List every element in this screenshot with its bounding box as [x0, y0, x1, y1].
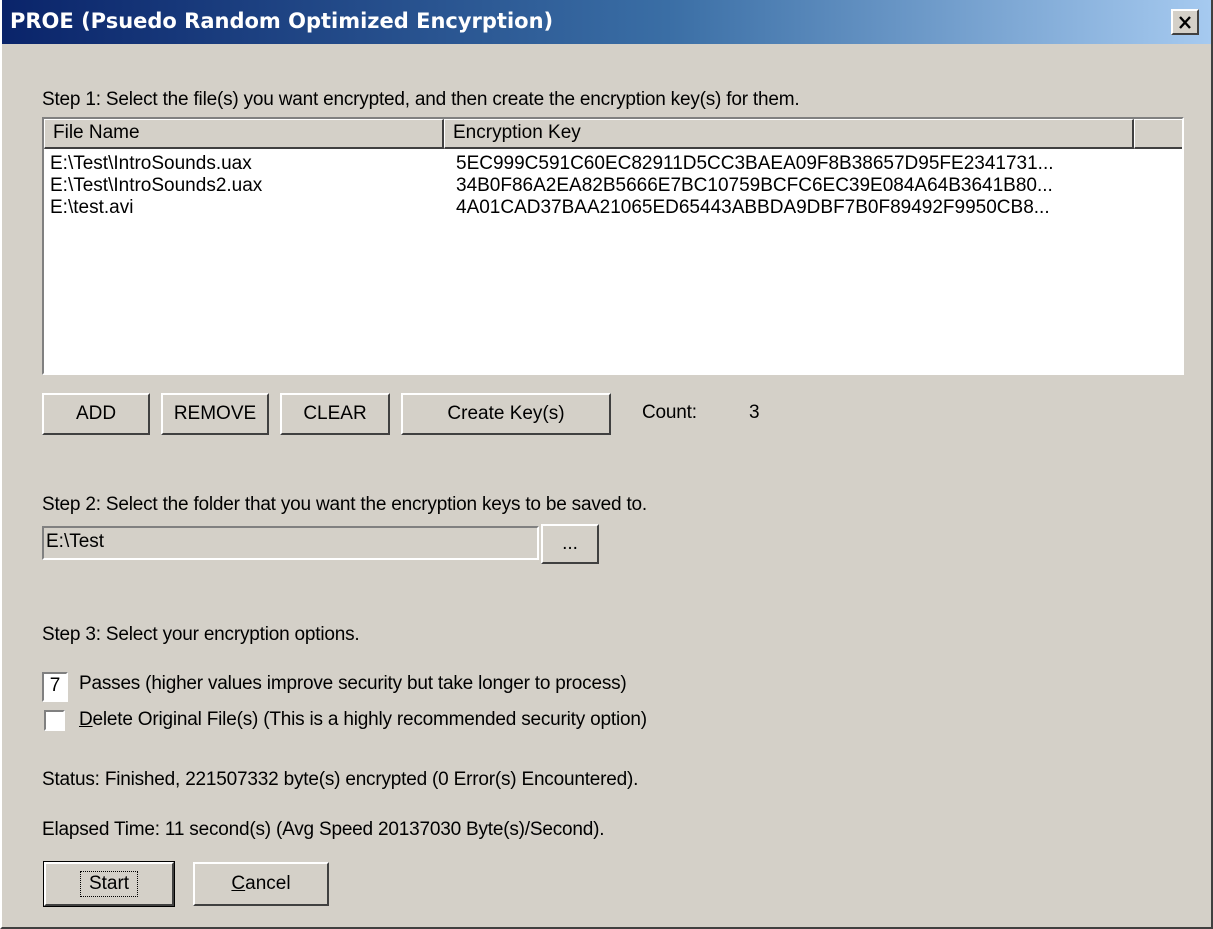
cancel-button[interactable]: Cancel: [193, 862, 329, 906]
step3-label: Step 3: Select your encryption options.: [42, 624, 360, 645]
column-header-empty: [1134, 119, 1182, 149]
list-item-key: 4A01CAD37BAA21065ED65443ABBDA9DBF7B0F894…: [456, 197, 1050, 218]
passes-input[interactable]: 7: [42, 672, 68, 702]
remove-button[interactable]: REMOVE: [161, 393, 269, 435]
list-item[interactable]: E:\test.avi 4A01CAD37BAA21065ED65443ABBD…: [44, 197, 1182, 219]
passes-label: Passes (higher values improve security b…: [79, 673, 627, 694]
count-value: 3: [749, 402, 760, 423]
list-item-key: 34B0F86A2EA82B5666E7BC10759BCFC6EC39E084…: [456, 175, 1053, 196]
step2-label: Step 2: Select the folder that you want …: [42, 494, 647, 515]
start-button[interactable]: Start: [43, 861, 175, 907]
list-item-file: E:\test.avi: [50, 197, 134, 218]
delete-original-accelerator: D: [79, 709, 93, 730]
count-label: Count:: [642, 402, 697, 423]
elapsed-time-text: Elapsed Time: 11 second(s) (Avg Speed 20…: [42, 819, 605, 840]
delete-original-label-text: elete Original File(s) (This is a highly…: [92, 709, 648, 730]
delete-original-checkbox[interactable]: [44, 710, 65, 731]
column-header-file-name[interactable]: File Name: [44, 119, 444, 149]
title-bar[interactable]: PROE (Psuedo Random Optimized Encyrption…: [2, 0, 1211, 44]
window-title: PROE (Psuedo Random Optimized Encyrption…: [10, 9, 554, 33]
close-icon: [1179, 15, 1191, 29]
column-header-encryption-key[interactable]: Encryption Key: [444, 119, 1134, 149]
status-text: Status: Finished, 221507332 byte(s) encr…: [42, 769, 639, 790]
list-item-file: E:\Test\IntroSounds.uax: [50, 153, 252, 174]
list-item[interactable]: E:\Test\IntroSounds2.uax 34B0F86A2EA82B5…: [44, 175, 1182, 197]
add-button[interactable]: ADD: [42, 393, 150, 435]
file-list[interactable]: File Name Encryption Key E:\Test\IntroSo…: [42, 117, 1184, 375]
step1-label: Step 1: Select the file(s) you want encr…: [42, 89, 800, 110]
folder-path-field[interactable]: E:\Test: [42, 526, 539, 560]
list-item[interactable]: E:\Test\IntroSounds.uax 5EC999C591C60EC8…: [44, 153, 1182, 175]
start-button-label: Start: [79, 871, 139, 897]
delete-original-label[interactable]: Delete Original File(s) (This is a highl…: [79, 709, 647, 731]
main-window: PROE (Psuedo Random Optimized Encyrption…: [0, 0, 1213, 929]
browse-folder-button[interactable]: ...: [541, 524, 599, 564]
clear-button[interactable]: CLEAR: [280, 393, 390, 435]
list-item-key: 5EC999C591C60EC82911D5CC3BAEA09F8B38657D…: [456, 153, 1054, 174]
list-item-file: E:\Test\IntroSounds2.uax: [50, 175, 263, 196]
cancel-accelerator: C: [231, 873, 246, 894]
create-keys-button[interactable]: Create Key(s): [401, 393, 611, 435]
cancel-button-label: Cancel: [231, 873, 290, 895]
close-button[interactable]: [1171, 9, 1199, 35]
cancel-label-text: ancel: [245, 873, 291, 894]
